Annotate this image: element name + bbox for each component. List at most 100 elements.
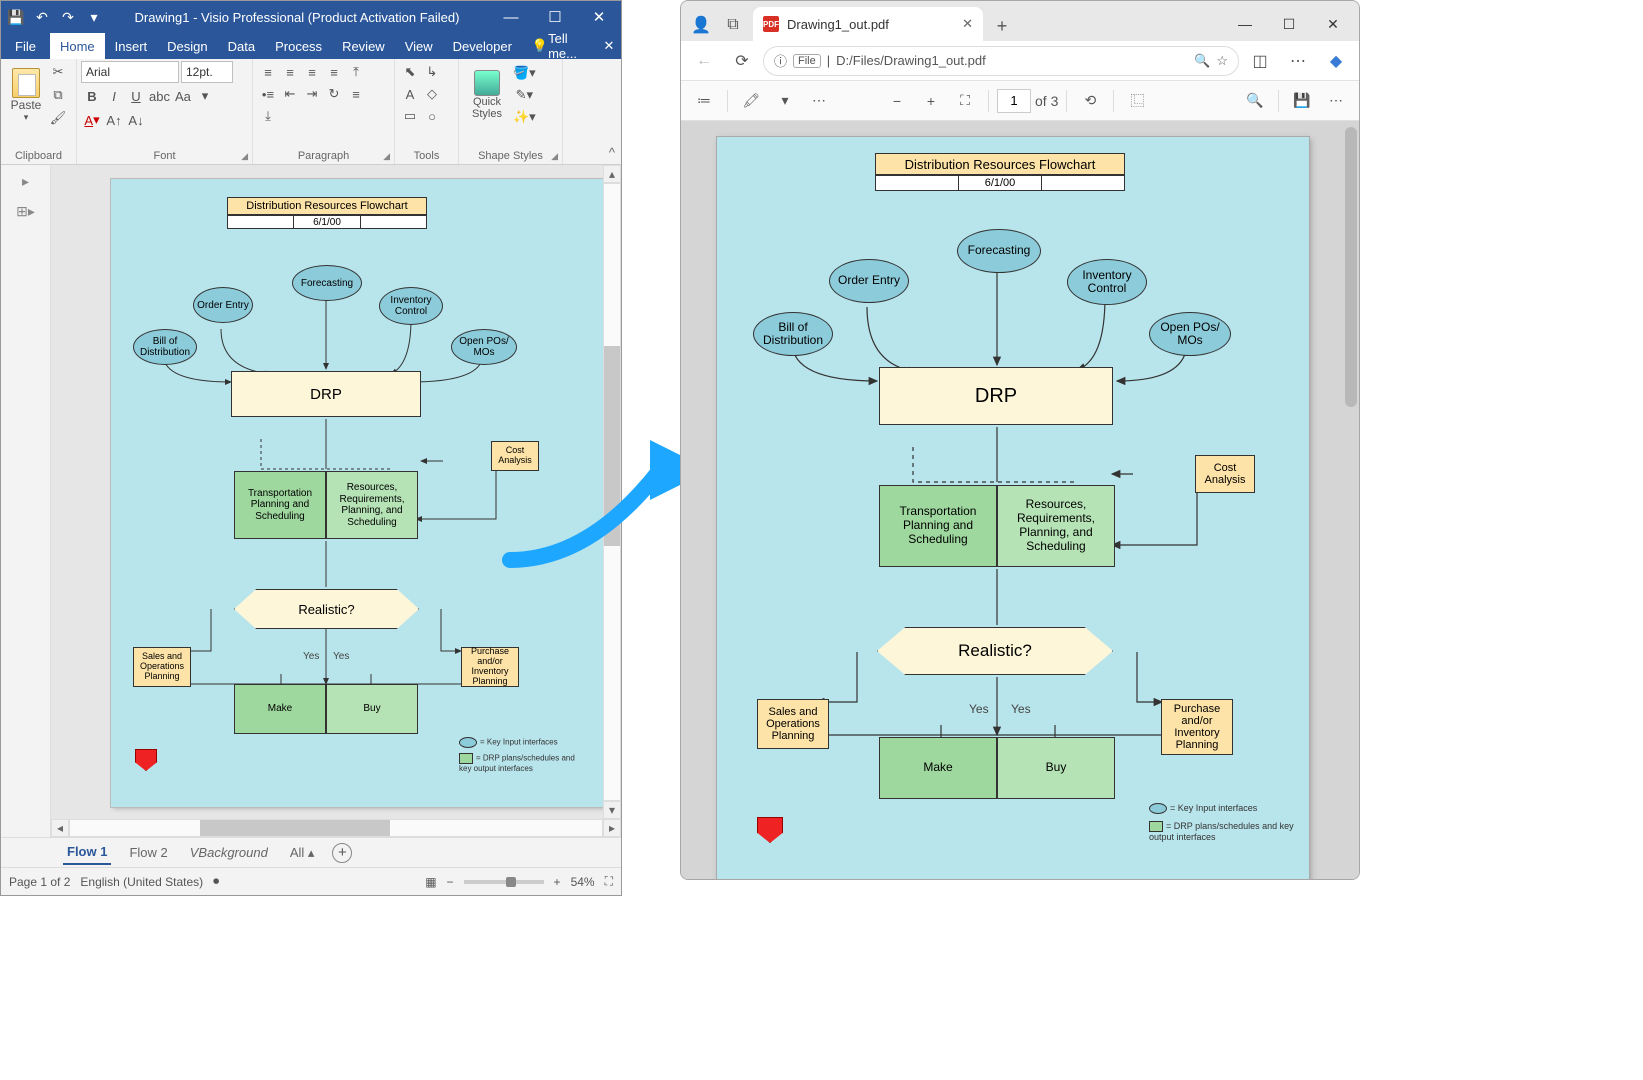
- line-icon[interactable]: ✎▾: [512, 85, 537, 105]
- expand-shapes-icon[interactable]: ▸: [16, 171, 36, 191]
- fill-icon[interactable]: 🪣▾: [512, 63, 537, 83]
- quick-styles-button[interactable]: Quick Styles: [463, 70, 511, 120]
- pdf-viewport[interactable]: Distribution Resources Flowchart 6/1/00: [681, 121, 1359, 879]
- sheet-all[interactable]: All ▴: [286, 841, 319, 865]
- change-case-icon[interactable]: Aa: [173, 86, 193, 106]
- rotate-text-icon[interactable]: ↻: [324, 84, 344, 104]
- increase-indent-icon[interactable]: ⇥: [302, 84, 322, 104]
- macro-recorder-icon[interactable]: ⏺: [213, 874, 219, 889]
- more-tools-icon[interactable]: ⋯: [804, 86, 834, 116]
- tab-data[interactable]: Data: [218, 33, 265, 59]
- cut-icon[interactable]: ✂: [48, 62, 68, 82]
- sheet-flow2[interactable]: Flow 2: [125, 841, 171, 864]
- contents-icon[interactable]: ≔: [689, 86, 719, 116]
- qat-customize-icon[interactable]: ▾: [83, 6, 105, 28]
- sheet-vbackground[interactable]: VBackground: [186, 841, 272, 864]
- font-size-input[interactable]: [181, 61, 233, 83]
- shrink-font-icon[interactable]: A↓: [126, 110, 146, 130]
- bold-icon[interactable]: B: [82, 86, 102, 106]
- paste-button[interactable]: Paste ▾: [5, 61, 47, 129]
- redo-icon[interactable]: ↷: [57, 6, 79, 28]
- close-tab-icon[interactable]: ✕: [962, 16, 973, 32]
- align-top-icon[interactable]: ⤒: [346, 62, 366, 82]
- scroll-down-icon[interactable]: ▾: [603, 801, 621, 819]
- copilot-icon[interactable]: ◆: [1319, 44, 1353, 78]
- tab-design[interactable]: Design: [157, 33, 217, 59]
- edge-minimize-icon[interactable]: —: [1223, 7, 1267, 41]
- format-painter-icon[interactable]: 🖌: [48, 108, 68, 128]
- edge-close-icon[interactable]: ✕: [1311, 7, 1355, 41]
- highlight-icon[interactable]: ▾: [195, 86, 215, 106]
- horizontal-scrollbar[interactable]: ◂ ▸: [51, 819, 621, 837]
- align-center-icon[interactable]: ≡: [280, 62, 300, 82]
- tab-tellme[interactable]: 💡 Tell me...: [522, 33, 597, 59]
- connector-tool-icon[interactable]: ↳: [422, 62, 442, 82]
- find-icon[interactable]: 🔍: [1240, 86, 1270, 116]
- new-tab-icon[interactable]: +: [987, 11, 1017, 41]
- zoom-out-icon[interactable]: −: [447, 875, 454, 889]
- geometry-tool-icon[interactable]: ◇: [422, 84, 442, 104]
- language-indicator[interactable]: English (United States): [80, 875, 203, 889]
- presentation-mode-icon[interactable]: ▦: [425, 875, 436, 889]
- zoom-slider[interactable]: [464, 880, 544, 884]
- fit-width-icon[interactable]: ⛶: [950, 86, 980, 116]
- maximize-icon[interactable]: ☐: [533, 1, 577, 33]
- workspaces-icon[interactable]: ⧉: [717, 9, 749, 41]
- page-number-input[interactable]: [997, 89, 1031, 113]
- shapestyles-dialog-icon[interactable]: ◢: [551, 151, 558, 162]
- ellipse-tool-icon[interactable]: ○: [422, 106, 442, 126]
- refresh-icon[interactable]: ⟳: [725, 44, 759, 78]
- scroll-up-icon[interactable]: ▴: [603, 165, 621, 183]
- browser-tab[interactable]: PDF Drawing1_out.pdf ✕: [753, 7, 983, 41]
- grow-font-icon[interactable]: A↑: [104, 110, 124, 130]
- pointer-tool-icon[interactable]: ⬉: [400, 62, 420, 82]
- font-name-input[interactable]: [81, 61, 179, 83]
- split-screen-icon[interactable]: ◫: [1243, 44, 1277, 78]
- info-icon[interactable]: ⓘ: [774, 51, 787, 70]
- tab-home[interactable]: Home: [50, 33, 105, 59]
- save-icon[interactable]: 💾: [5, 6, 27, 28]
- font-color-icon[interactable]: A▾: [82, 110, 102, 130]
- fit-window-icon[interactable]: ⛶: [605, 874, 613, 889]
- favorite-icon[interactable]: ☆: [1216, 53, 1228, 69]
- zoom-addr-icon[interactable]: 🔍: [1194, 53, 1210, 69]
- effects-icon[interactable]: ✨▾: [512, 107, 537, 127]
- pdf-more-icon[interactable]: ⋯: [1321, 86, 1351, 116]
- align-bottom-icon[interactable]: ⤓: [258, 106, 278, 126]
- close-icon[interactable]: ✕: [577, 1, 621, 33]
- align-right-icon[interactable]: ≡: [302, 62, 322, 82]
- strike-icon[interactable]: abc: [148, 86, 171, 106]
- add-sheet-icon[interactable]: +: [332, 843, 352, 863]
- page-view-icon[interactable]: ⿺: [1122, 86, 1152, 116]
- tab-developer[interactable]: Developer: [443, 33, 522, 59]
- tab-view[interactable]: View: [395, 33, 443, 59]
- italic-icon[interactable]: I: [104, 86, 124, 106]
- justify-icon[interactable]: ≡: [324, 62, 344, 82]
- tab-process[interactable]: Process: [265, 33, 332, 59]
- zoom-in-icon[interactable]: +: [554, 875, 561, 889]
- underline-icon[interactable]: U: [126, 86, 146, 106]
- sheet-flow1[interactable]: Flow 1: [63, 840, 111, 865]
- zoom-value[interactable]: 54%: [571, 875, 595, 889]
- stencil-icon[interactable]: ⊞▸: [16, 201, 36, 221]
- align-left-icon[interactable]: ≡: [258, 62, 278, 82]
- align-middle-icon[interactable]: ≡: [346, 84, 366, 104]
- font-dialog-icon[interactable]: ◢: [241, 151, 248, 162]
- pdf-zoom-out-icon[interactable]: −: [882, 86, 912, 116]
- tab-file[interactable]: File: [1, 33, 50, 59]
- profile-icon[interactable]: 👤: [685, 9, 717, 41]
- rectangle-tool-icon[interactable]: ▭: [400, 106, 420, 126]
- tab-insert[interactable]: Insert: [105, 33, 158, 59]
- bullets-icon[interactable]: •≡: [258, 84, 278, 104]
- url-field[interactable]: ⓘ File | D:/Files/Drawing1_out.pdf 🔍 ☆: [763, 46, 1239, 76]
- highlighter-icon[interactable]: 🖍: [736, 86, 766, 116]
- save-pdf-icon[interactable]: 💾: [1287, 86, 1317, 116]
- copy-icon[interactable]: ⧉: [48, 85, 68, 105]
- pdf-zoom-in-icon[interactable]: +: [916, 86, 946, 116]
- undo-icon[interactable]: ↶: [31, 6, 53, 28]
- close-ribbon-icon[interactable]: ✕: [597, 33, 621, 59]
- highlighter-dropdown-icon[interactable]: ▾: [770, 86, 800, 116]
- text-tool-icon[interactable]: A: [400, 84, 420, 104]
- collapse-ribbon-icon[interactable]: ^: [609, 145, 615, 160]
- decrease-indent-icon[interactable]: ⇤: [280, 84, 300, 104]
